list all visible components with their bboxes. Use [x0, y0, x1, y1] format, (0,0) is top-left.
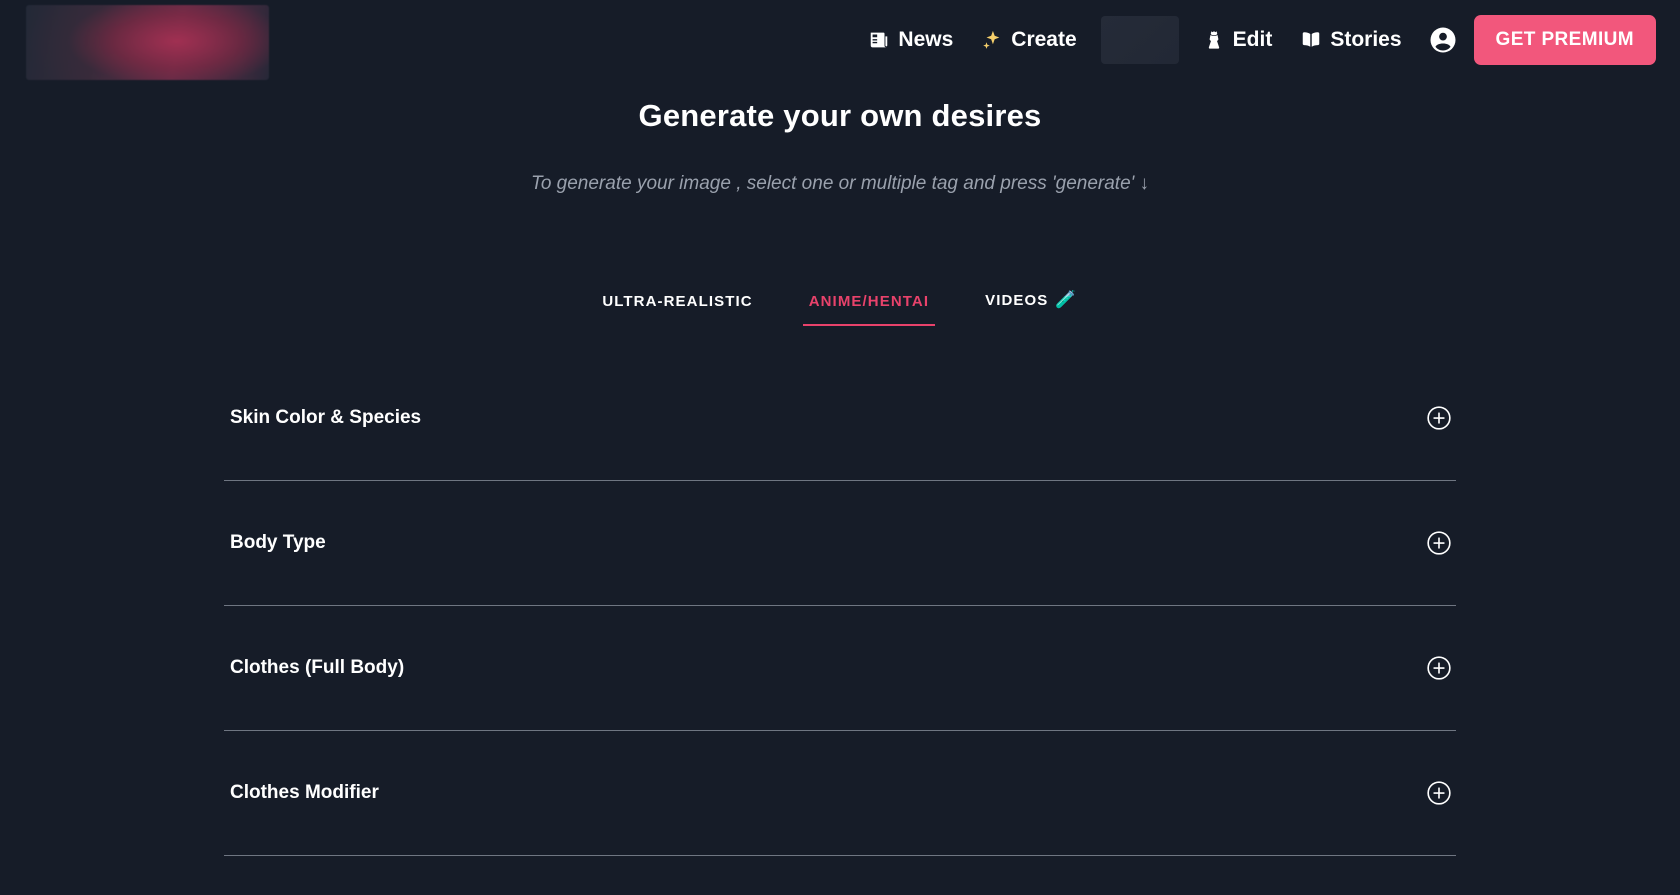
nav-item-edit[interactable]: Edit	[1189, 28, 1287, 52]
plus-circle-icon[interactable]	[1426, 405, 1452, 431]
account-circle-icon[interactable]	[1428, 25, 1458, 55]
nav-item-create-label: Create	[1011, 28, 1077, 51]
tab-ultra-realistic-label: ULTRA-REALISTIC	[602, 293, 753, 310]
get-premium-button[interactable]: GET PREMIUM	[1473, 15, 1656, 65]
nav-item-create[interactable]: Create	[967, 28, 1090, 52]
nav-item-edit-label: Edit	[1232, 28, 1273, 51]
accordion-item-clothes-modifier[interactable]: Clothes Modifier	[224, 731, 1456, 856]
hero-section: Generate your own desires To generate yo…	[0, 98, 1680, 195]
tab-ultra-realistic[interactable]: ULTRA-REALISTIC	[596, 293, 758, 326]
dress-icon	[1203, 29, 1225, 51]
open-book-icon	[1300, 29, 1322, 51]
tab-videos-label: VIDEOS	[985, 291, 1049, 309]
accordion-item-body-type[interactable]: Body Type	[224, 481, 1456, 606]
accordion-item-clothes-full-body[interactable]: Clothes (Full Body)	[224, 606, 1456, 731]
accordion-title: Body Type	[230, 532, 326, 553]
nav-item-stories[interactable]: Stories	[1286, 28, 1415, 52]
site-logo[interactable]	[26, 5, 269, 80]
test-tube-icon: 🧪	[1055, 290, 1078, 309]
plus-circle-icon[interactable]	[1426, 655, 1452, 681]
nav-placeholder-box[interactable]	[1100, 16, 1179, 64]
top-navigation-bar: News Create Edit Stories GET PREMIUM	[0, 0, 1680, 80]
plus-circle-icon[interactable]	[1426, 530, 1452, 556]
nav-links: News Create Edit Stories GET PREMIUM	[854, 0, 1680, 80]
nav-item-news-label: News	[898, 28, 954, 51]
nav-item-news[interactable]: News	[854, 28, 967, 52]
category-tabs: ULTRA-REALISTIC ANIME/HENTAI VIDEOS 🧪	[0, 290, 1680, 326]
newspaper-icon	[868, 29, 890, 51]
tab-videos[interactable]: VIDEOS 🧪	[979, 290, 1084, 326]
plus-circle-icon[interactable]	[1426, 780, 1452, 806]
page-subtitle: To generate your image , select one or m…	[530, 173, 1150, 194]
accordion-title: Clothes (Full Body)	[230, 657, 405, 678]
accordion-title: Skin Color & Species	[230, 407, 422, 428]
sparkles-icon	[981, 29, 1003, 51]
accordion-title: Clothes Modifier	[230, 782, 379, 803]
accordion-item-skin-color-species[interactable]: Skin Color & Species	[224, 356, 1456, 481]
options-accordion: Skin Color & Species Body Type Clothes (…	[224, 356, 1456, 856]
nav-item-stories-label: Stories	[1330, 28, 1402, 51]
tab-anime-hentai[interactable]: ANIME/HENTAI	[802, 293, 936, 326]
page-title: Generate your own desires	[638, 98, 1042, 133]
tab-anime-hentai-label: ANIME/HENTAI	[808, 293, 930, 310]
